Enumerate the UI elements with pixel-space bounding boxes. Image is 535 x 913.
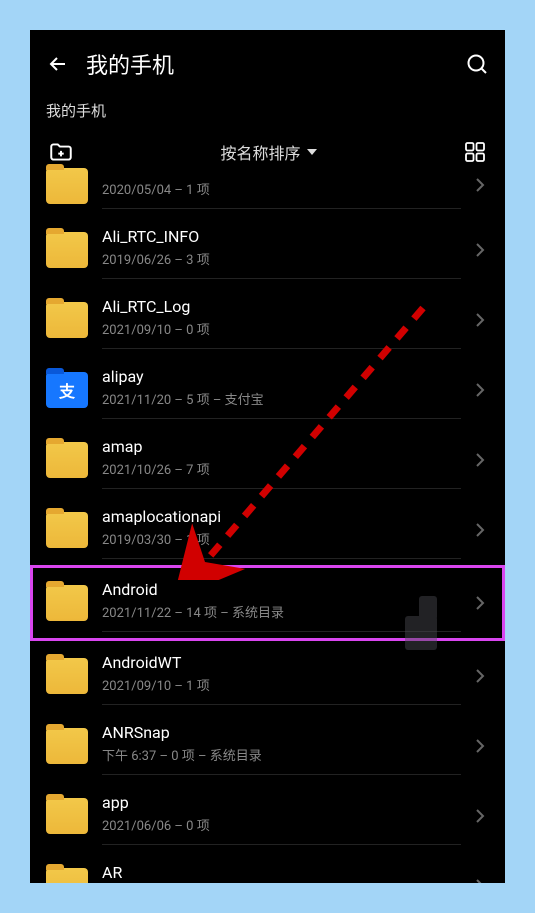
phone-screen: 我的手机 我的手机 按名称排序 2 xyxy=(30,30,505,883)
folder-icon xyxy=(46,168,88,204)
folder-icon xyxy=(46,658,88,694)
folder-icon xyxy=(46,868,88,883)
chevron-right-icon xyxy=(475,312,485,328)
view-toggle-button[interactable] xyxy=(463,140,487,164)
file-meta: 2021/09/10 – 0 项 xyxy=(102,319,461,338)
file-name: amaplocationapi xyxy=(102,507,461,526)
header: 我的手机 xyxy=(30,30,505,92)
file-info: AR2018/10/11 – 0 项 xyxy=(102,857,461,883)
file-meta: 2021/11/20 – 5 项 – 支付宝 xyxy=(102,389,461,408)
chevron-right-icon xyxy=(475,452,485,468)
file-name: app xyxy=(102,793,461,812)
file-info: alipay 2021/11/20 – 5 项 – 支付宝 xyxy=(102,361,461,419)
new-folder-icon xyxy=(48,139,74,165)
file-name: Ali_RTC_INFO xyxy=(102,227,461,246)
folder-icon xyxy=(46,512,88,548)
file-meta: 2019/06/26 – 3 项 xyxy=(102,249,461,268)
file-item[interactable]: AndroidWT 2021/09/10 – 1 项 xyxy=(42,641,493,711)
chevron-right-icon xyxy=(475,242,485,258)
sort-control[interactable]: 按名称排序 xyxy=(220,140,316,164)
file-name: AndroidWT xyxy=(102,653,461,672)
file-name: ANRSnap xyxy=(102,723,461,742)
folder-icon xyxy=(46,585,88,621)
file-list[interactable]: 2020/05/04 – 1 项 Ali_RTC_INFO 2019/06/26 –… xyxy=(30,179,505,883)
file-info: app 2021/06/06 – 0 项 xyxy=(102,787,461,845)
chevron-right-icon xyxy=(475,595,485,611)
file-info: 2020/05/04 – 1 项 xyxy=(102,179,461,209)
chevron-right-icon xyxy=(475,177,485,193)
file-item[interactable]: ANRSnap 下午 6:37 – 0 项 – 系统目录 xyxy=(42,711,493,781)
file-name: AR xyxy=(102,863,461,882)
file-item[interactable]: AR2018/10/11 – 0 项 xyxy=(42,851,493,883)
back-arrow-icon xyxy=(46,52,70,76)
chevron-right-icon xyxy=(475,522,485,538)
file-name: alipay xyxy=(102,367,461,386)
file-info: amaplocationapi 2019/03/30 – 1 项 xyxy=(102,501,461,559)
sort-label: 按名称排序 xyxy=(220,140,300,164)
file-meta: 2021/10/26 – 7 项 xyxy=(102,459,461,478)
folder-icon xyxy=(46,442,88,478)
watermark-icon xyxy=(405,596,437,650)
file-meta: 2021/09/10 – 1 项 xyxy=(102,675,461,694)
file-item[interactable]: 2020/05/04 – 1 项 xyxy=(42,179,493,215)
page-title: 我的手机 xyxy=(86,48,449,80)
file-item[interactable]: Ali_RTC_Log 2021/09/10 – 0 项 xyxy=(42,285,493,355)
file-item[interactable]: 支 alipay 2021/11/20 – 5 项 – 支付宝 xyxy=(42,355,493,425)
new-folder-button[interactable] xyxy=(48,139,74,165)
grid-view-icon xyxy=(463,140,487,164)
file-item[interactable]: amaplocationapi 2019/03/30 – 1 项 xyxy=(42,495,493,565)
chevron-right-icon xyxy=(475,738,485,754)
folder-icon xyxy=(46,798,88,834)
folder-icon xyxy=(46,232,88,268)
file-item[interactable]: app 2021/06/06 – 0 项 xyxy=(42,781,493,851)
folder-icon xyxy=(46,728,88,764)
file-info: ANRSnap 下午 6:37 – 0 项 – 系统目录 xyxy=(102,717,461,775)
chevron-down-icon xyxy=(307,149,317,155)
file-info: Ali_RTC_INFO 2019/06/26 – 3 项 xyxy=(102,221,461,279)
chevron-right-icon xyxy=(475,668,485,684)
chevron-right-icon xyxy=(475,878,485,883)
alipay-folder-icon: 支 xyxy=(46,372,88,408)
chevron-right-icon xyxy=(475,808,485,824)
file-info: Ali_RTC_Log 2021/09/10 – 0 项 xyxy=(102,291,461,349)
file-info: amap 2021/10/26 – 7 项 xyxy=(102,431,461,489)
file-name: amap xyxy=(102,437,461,456)
toolbar: 按名称排序 xyxy=(30,139,505,179)
file-item[interactable]: amap 2021/10/26 – 7 项 xyxy=(42,425,493,495)
file-meta: 2020/05/04 – 1 项 xyxy=(102,179,461,198)
file-name: Ali_RTC_Log xyxy=(102,297,461,316)
file-meta: 2021/06/06 – 0 项 xyxy=(102,815,461,834)
folder-icon xyxy=(46,302,88,338)
file-meta: 下午 6:37 – 0 项 – 系统目录 xyxy=(102,745,461,764)
search-icon xyxy=(465,52,489,76)
back-button[interactable] xyxy=(46,52,70,76)
chevron-right-icon xyxy=(475,382,485,398)
breadcrumb[interactable]: 我的手机 xyxy=(30,92,505,139)
file-item[interactable]: Ali_RTC_INFO 2019/06/26 – 3 项 xyxy=(42,215,493,285)
search-button[interactable] xyxy=(465,52,489,76)
file-info: AndroidWT 2021/09/10 – 1 项 xyxy=(102,647,461,705)
file-meta: 2019/03/30 – 1 项 xyxy=(102,529,461,548)
